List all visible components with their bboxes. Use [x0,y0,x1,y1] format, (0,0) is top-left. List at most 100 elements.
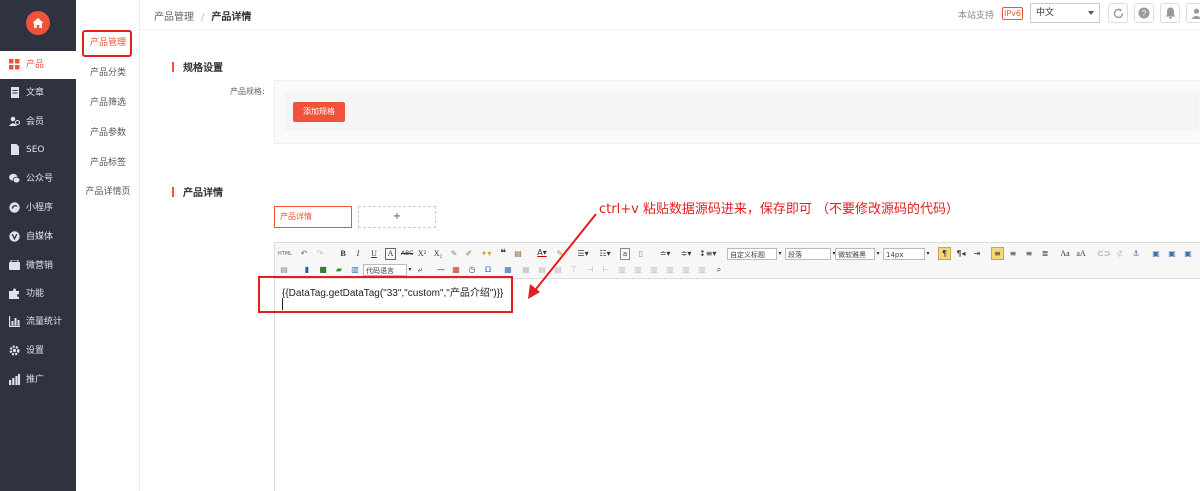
user-button[interactable] [1186,3,1200,23]
align-left-icon[interactable]: ≡ [991,247,1004,260]
split-rows-icon[interactable]: ▥ [681,264,691,276]
font-size-select[interactable]: 14px [883,248,925,260]
align-right-icon[interactable]: ≡ [1024,248,1034,260]
sidebar-item-mini-program[interactable]: 小程序 [0,194,76,222]
image-center-icon[interactable]: ▤ [278,264,290,276]
custom-style-select[interactable]: 自定义标题 [727,248,777,260]
section-title-spec: 规格设置 [172,59,223,74]
image-right-icon[interactable]: ▣ [1183,248,1193,260]
sidebar-item-label: 会员 [26,117,45,127]
sidebar-item-traffic-stats[interactable]: 流量统计 [0,308,76,336]
sidebar-item-marketing[interactable]: 微营销 [0,252,76,280]
paragraph-value: 段落 [788,251,802,259]
subnav-item-product-management[interactable]: 产品管理 [80,32,136,54]
html-source-icon[interactable]: HTML [278,248,292,260]
sidebar-item-label: 文章 [26,88,45,98]
align-justify-icon[interactable]: ≣ [1040,248,1050,260]
paragraph-format-icon[interactable]: a [620,248,630,260]
media-icon [9,231,20,242]
unlink-icon[interactable]: ⊄ [1115,248,1125,260]
format-brush-icon[interactable]: ✐ [464,248,474,260]
link-icon[interactable]: ⊂⊃ [1097,248,1110,260]
annotation-note: ctrl+v 粘贴数据源码进来，保存即可 （不要修改源码的代码） [599,202,960,217]
split-cells-icon[interactable]: ▥ [665,264,675,276]
sidebar-item-seo[interactable]: SEO [0,136,76,164]
uppercase-icon[interactable]: Aa [1060,248,1070,260]
tab-product-detail[interactable]: 产品详情 [274,206,352,228]
superscript-icon[interactable]: X² [417,248,427,260]
underline-icon[interactable]: U [369,248,379,260]
subnav-item-product-detail-page[interactable]: 产品详情页 [80,181,136,203]
merge-down-icon[interactable]: ▥ [649,264,659,276]
undo-icon[interactable]: ↶ [299,248,309,260]
language-select[interactable]: 中文 [1030,3,1100,23]
rtl-direction-icon[interactable]: ¶◂ [956,248,966,260]
ipv6-badge: IPv6 [1002,7,1023,20]
line-height-icon[interactable]: ↕≡▾ [699,248,716,260]
blockquote-icon[interactable]: ❝ [498,248,508,260]
emotion-icon[interactable]: ■ [318,264,328,276]
font-family-select[interactable]: 微软雅黑 [835,248,875,260]
image-none-icon[interactable]: ▣ [1167,248,1177,260]
breadcrumb-parent[interactable]: 产品管理 [154,12,194,23]
refresh-button[interactable] [1108,3,1128,23]
section-marker [172,187,174,197]
horizontal-rule-icon[interactable]: — [435,264,447,276]
subnav-item-product-params[interactable]: 产品参数 [80,122,136,144]
bold-icon[interactable]: B [338,248,348,260]
row-spacing-bottom-icon[interactable]: ≑▾ [678,248,694,260]
indent-icon[interactable]: ⇥ [972,248,982,260]
bell-icon [1165,7,1175,19]
font-border-icon[interactable]: A [385,248,396,260]
time-icon[interactable]: ◷ [467,264,477,276]
redo-icon[interactable]: ↷ [315,248,325,260]
row-spacing-top-icon[interactable]: ≐▾ [657,248,673,260]
chevron-down-icon: ▾ [408,266,412,273]
subnav-item-product-filter[interactable]: 产品筛选 [80,92,136,114]
eraser-icon[interactable]: ✎ [449,248,459,260]
subnav-item-product-tags[interactable]: 产品标签 [80,152,136,174]
subscript-icon[interactable]: X₂ [433,248,443,260]
image-left-icon[interactable]: ▣ [1151,248,1161,260]
lowercase-icon[interactable]: aA [1076,248,1086,260]
merge-right-icon[interactable]: ▥ [633,264,643,276]
sidebar-item-media[interactable]: 自媒体 [0,223,76,251]
special-chars-icon[interactable]: Ω [483,264,493,276]
insert-image-icon[interactable]: ▮ [302,264,312,276]
add-tab-button[interactable]: + [358,206,436,228]
add-spec-button[interactable]: 添加规格 [293,102,345,122]
anchor-icon[interactable]: ⚓ [1131,248,1141,260]
date-icon[interactable]: ▦ [451,264,461,276]
paragraph-select[interactable]: 段落 [785,248,831,260]
subnav-item-product-category[interactable]: 产品分类 [80,62,136,84]
auto-format-icon[interactable]: ✦▾ [479,248,493,260]
marketing-icon [9,259,20,271]
sidebar-item-settings[interactable]: 设置 [0,337,76,365]
search-replace-icon[interactable]: ⌕ [713,264,725,276]
split-cols-icon[interactable]: ▥ [697,264,707,276]
delete-col-icon[interactable]: ⊢ [601,264,611,276]
logo[interactable] [0,0,76,48]
merge-cells-icon[interactable]: ▥ [617,264,627,276]
sidebar-item-article[interactable]: 文章 [0,79,76,107]
notification-button[interactable] [1160,3,1180,23]
sidebar-item-product[interactable]: 产品 [0,51,76,79]
sidebar-item-member[interactable]: 会员 [0,108,76,136]
strikethrough-icon[interactable]: ABC [401,248,413,260]
miniprogram-icon [9,202,20,213]
help-button[interactable]: ? [1134,3,1154,23]
page-break-icon[interactable]: ⤶ [415,264,425,276]
sidebar-item-promote[interactable]: 推广 [0,366,76,394]
attachment-icon[interactable]: ▥ [350,264,360,276]
sidebar-item-official-account[interactable]: 公众号 [0,165,76,193]
home-icon [26,11,50,35]
italic-icon[interactable]: I [353,248,363,260]
clear-doc-icon[interactable]: ▯ [636,248,646,260]
code-language-select[interactable]: 代码语言 [363,264,407,276]
align-center-icon[interactable]: ≡ [1008,248,1018,260]
sidebar-item-function[interactable]: 功能 [0,280,76,308]
insert-video-icon[interactable]: ▰ [334,264,344,276]
sidebar-item-label: 功能 [26,289,45,299]
ltr-direction-icon[interactable]: ¶ [938,247,951,260]
insert-table-icon[interactable]: ▦ [503,264,513,276]
